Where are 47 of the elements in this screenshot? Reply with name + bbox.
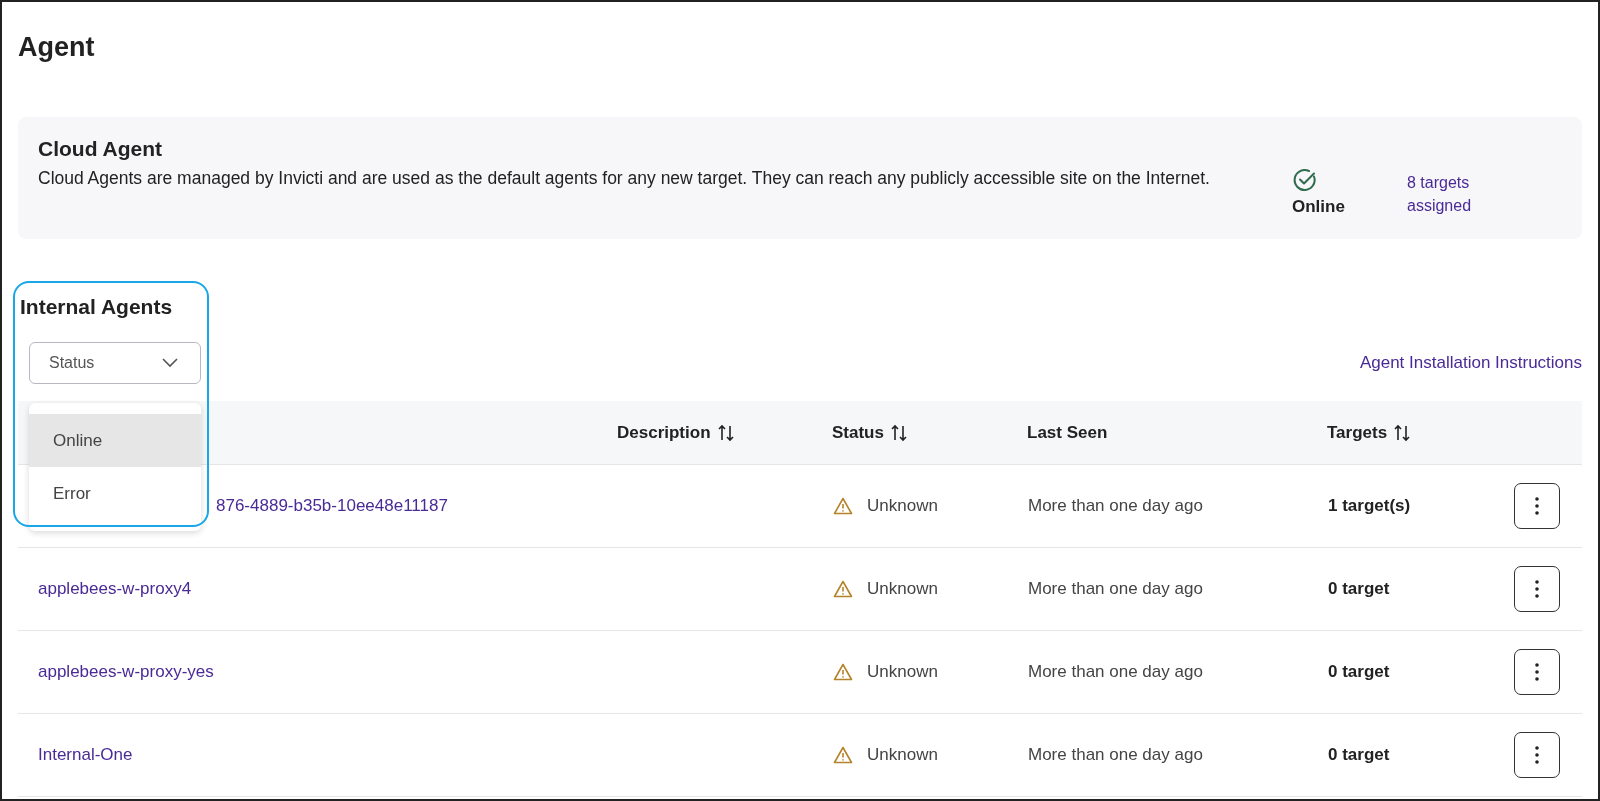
status-text: Unknown bbox=[867, 745, 938, 765]
vertical-dots-icon bbox=[1535, 580, 1539, 598]
agent-link[interactable]: applebees-w-proxy-yes bbox=[38, 662, 214, 682]
check-circle-icon bbox=[1292, 167, 1318, 193]
dropdown-option[interactable]: Online bbox=[29, 414, 201, 467]
column-header[interactable]: Targets bbox=[1308, 422, 1492, 443]
vertical-dots-icon bbox=[1535, 746, 1539, 764]
last-seen-text: More than one day ago bbox=[1028, 496, 1203, 516]
vertical-dots-icon bbox=[1535, 663, 1539, 681]
warning-icon bbox=[833, 746, 853, 764]
warning-icon bbox=[833, 663, 853, 681]
chevron-down-icon bbox=[162, 358, 178, 368]
sort-icon bbox=[1393, 423, 1412, 442]
status-text: Unknown bbox=[867, 496, 938, 516]
targets-count: 1 target(s) bbox=[1328, 496, 1411, 516]
column-header[interactable]: Status bbox=[813, 422, 1008, 443]
more-options-button[interactable] bbox=[1514, 732, 1560, 778]
more-options-button[interactable] bbox=[1514, 566, 1560, 612]
status-label: Online bbox=[1292, 197, 1345, 217]
status-text: Unknown bbox=[867, 579, 938, 599]
status-select[interactable]: Status bbox=[29, 342, 201, 384]
section-title: Internal Agents bbox=[20, 295, 174, 320]
dropdown-option[interactable]: Error bbox=[29, 467, 201, 520]
agent-link[interactable]: Internal-One bbox=[38, 745, 133, 765]
last-seen-text: More than one day ago bbox=[1028, 745, 1203, 765]
agent-link[interactable]: 876-4889-b35b-10ee48e11187 bbox=[216, 496, 448, 516]
card-title: Cloud Agent bbox=[38, 137, 164, 161]
status-text: Unknown bbox=[867, 662, 938, 682]
targets-count: 0 target bbox=[1328, 745, 1390, 765]
card-description: Cloud Agents are managed by Invicti and are used as the default agents for any new target. They can reach any publicly accessible site on the Internet. bbox=[38, 167, 1211, 190]
agent-link[interactable]: applebees-w-proxy4 bbox=[38, 579, 192, 599]
last-seen-text: More than one day ago bbox=[1028, 662, 1203, 682]
last-seen-text: More than one day ago bbox=[1028, 579, 1203, 599]
column-header[interactable]: Description bbox=[598, 422, 813, 443]
vertical-dots-icon bbox=[1535, 497, 1539, 515]
sort-icon bbox=[716, 423, 735, 442]
targets-count: 0 target bbox=[1328, 662, 1390, 682]
targets-count: 0 target bbox=[1328, 579, 1390, 599]
page-title: Agent bbox=[18, 31, 96, 64]
warning-icon bbox=[833, 497, 853, 515]
targets-link[interactable]: 8 targets assigned bbox=[1407, 171, 1502, 217]
sort-icon bbox=[889, 423, 908, 442]
more-options-button[interactable] bbox=[1514, 649, 1560, 695]
column-header: Last Seen bbox=[1026, 422, 1109, 443]
installation-link[interactable]: Agent Installation Instructions bbox=[1359, 353, 1582, 373]
more-options-button[interactable] bbox=[1514, 483, 1560, 529]
warning-icon bbox=[833, 580, 853, 598]
